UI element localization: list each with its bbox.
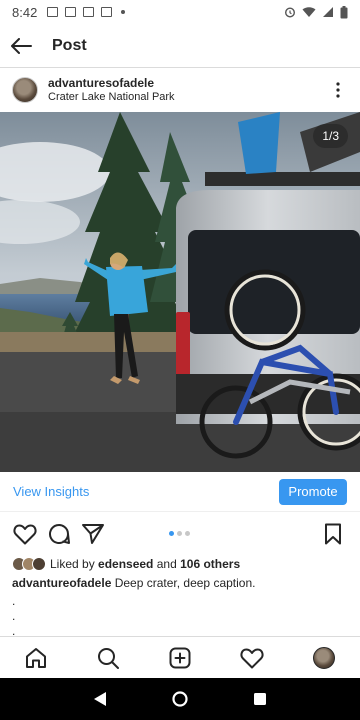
nav-profile[interactable] (306, 640, 342, 676)
caption: advantureofadele Deep crater, deep capti… (12, 576, 255, 590)
circle-home-icon (172, 691, 188, 707)
status-bar: 8:42 (0, 0, 360, 24)
carousel-dot (185, 531, 190, 536)
wifi-icon (302, 7, 316, 17)
back-button[interactable] (0, 24, 42, 68)
likes-and: and (153, 557, 181, 571)
likes-prefix: Liked by (50, 557, 99, 571)
liker-avatar (32, 557, 46, 571)
search-icon (98, 647, 119, 669)
view-insights-link[interactable]: View Insights (13, 484, 89, 499)
bottom-nav (0, 636, 360, 678)
mail-notification-icon (83, 7, 95, 17)
caption-text: Deep crater, deep caption. (111, 576, 256, 590)
post-photo[interactable]: 1/3 (0, 112, 360, 472)
nav-search[interactable] (90, 640, 126, 676)
battery-icon (340, 5, 348, 18)
system-home-button[interactable] (160, 679, 200, 719)
author-block: advanturesofadele Crater Lake National P… (48, 76, 175, 104)
more-vertical-icon (336, 82, 340, 98)
page-title: Post (52, 36, 87, 54)
status-icons (284, 5, 348, 19)
gallery-notification-icon (47, 7, 59, 17)
carousel-dot (177, 531, 182, 536)
like-button[interactable] (10, 519, 40, 549)
system-recents-button[interactable] (240, 679, 280, 719)
add-square-icon (169, 647, 191, 668)
more-notifications-icon (121, 10, 126, 14)
likes-row: Liked by edenseed and 106 others (12, 554, 240, 574)
post-header: advanturesofadele Crater Lake National P… (0, 68, 360, 112)
caption-line: . (12, 609, 16, 623)
triangle-back-icon (94, 692, 106, 706)
mail-notification-icon (65, 7, 77, 17)
insights-bar: View Insights Promote (0, 472, 360, 512)
home-icon (26, 647, 46, 668)
liker-avatars (12, 557, 46, 571)
more-options-button[interactable] (328, 75, 348, 105)
signal-icon (323, 7, 333, 17)
bookmark-icon (325, 523, 341, 545)
likes-user[interactable]: edenseed (98, 557, 153, 571)
share-button[interactable] (78, 519, 108, 549)
caption-line: . (12, 594, 16, 608)
photo-illustration (0, 112, 360, 472)
nav-home[interactable] (18, 640, 54, 676)
avatar (313, 646, 335, 669)
mail-notification-icon (101, 7, 113, 17)
avatar[interactable] (12, 77, 38, 103)
comment-button[interactable] (44, 519, 74, 549)
status-time: 8:42 (12, 4, 38, 20)
nav-activity[interactable] (234, 640, 270, 676)
carousel-counter: 1/3 (313, 124, 348, 148)
send-icon (82, 524, 104, 544)
system-navigation-bar (0, 678, 360, 720)
promote-button[interactable]: Promote (279, 478, 347, 505)
caption-username[interactable]: advantureofadele (12, 576, 111, 590)
alarm-icon (284, 7, 296, 18)
arrow-left-icon (11, 37, 32, 54)
likes-others[interactable]: 106 others (180, 557, 240, 571)
square-recents-icon (254, 693, 266, 705)
comment-icon (49, 524, 70, 544)
system-back-button[interactable] (80, 679, 120, 719)
save-button[interactable] (318, 519, 348, 549)
heart-icon (13, 524, 37, 545)
top-bar: Post (0, 24, 360, 68)
nav-add[interactable] (162, 640, 198, 676)
carousel-dot-active (169, 531, 174, 536)
post-username[interactable]: advanturesofadele (48, 76, 175, 90)
heart-icon (240, 648, 264, 668)
post-location[interactable]: Crater Lake National Park (48, 90, 175, 104)
carousel-indicator (169, 531, 190, 536)
